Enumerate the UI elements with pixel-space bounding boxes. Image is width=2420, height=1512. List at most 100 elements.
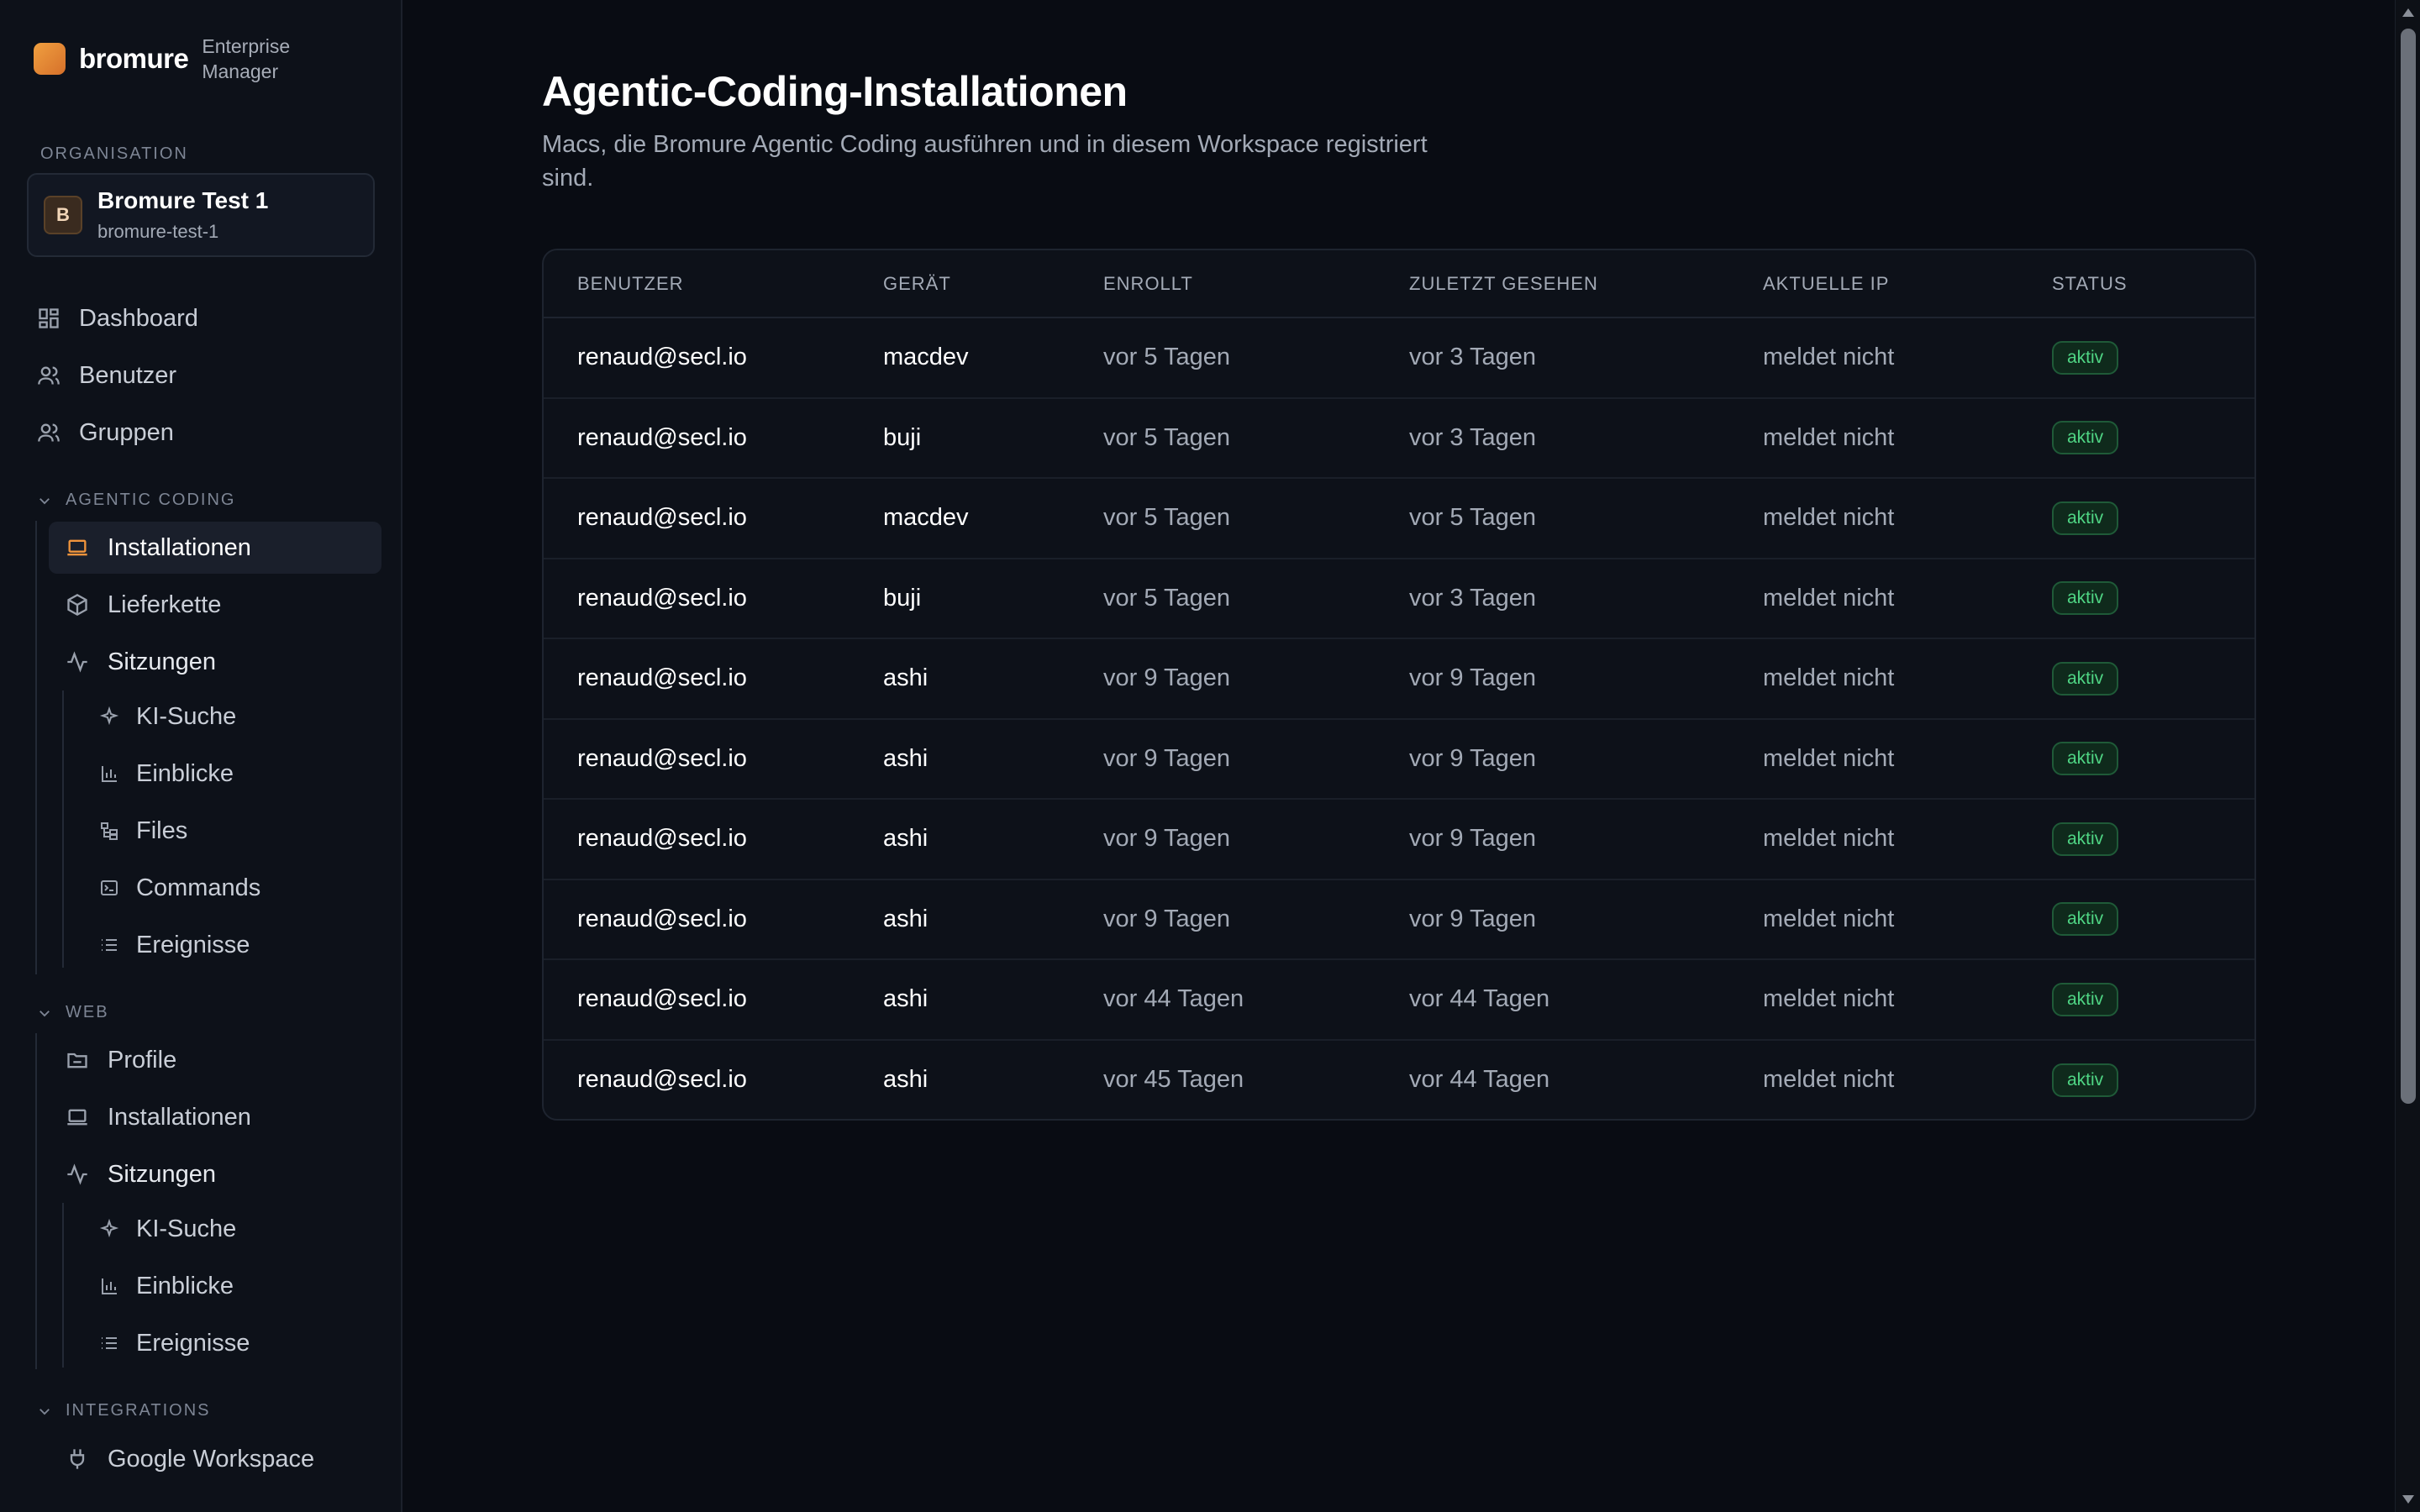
cell-ip: meldet nicht [1763, 718, 2052, 800]
cell-enrolled: vor 5 Tagen [1103, 318, 1409, 399]
scrollbar-thumb[interactable] [2401, 29, 2416, 1104]
nav-web-sessions-label: Sitzungen [108, 1160, 216, 1188]
nav-google-workspace[interactable]: Google Workspace [66, 1433, 314, 1485]
table-row[interactable]: renaud@secl.io ashi vor 9 Tagen vor 9 Ta… [544, 718, 2254, 800]
column-header-current-ip[interactable]: AKTUELLE IP [1763, 250, 2052, 318]
group-web[interactable]: WEB [37, 1003, 109, 1022]
nav-web-ai-search-label: KI-Suche [136, 1215, 237, 1242]
group-agentic-coding[interactable]: AGENTIC CODING [37, 491, 235, 510]
sparkles-icon [99, 706, 119, 726]
cell-ip: meldet nicht [1763, 638, 2052, 720]
cell-ip: meldet nicht [1763, 799, 2052, 880]
groups-icon [38, 423, 60, 442]
status-badge: aktiv [2052, 421, 2119, 455]
nav-dashboard[interactable]: Dashboard [37, 292, 198, 344]
cell-status: aktiv [2052, 558, 2254, 639]
cell-user: renaud@secl.io [577, 1066, 747, 1094]
cell-user: renaud@secl.io [544, 478, 883, 559]
nav-agentic-commands-label: Commands [136, 874, 261, 901]
cell-enrolled: vor 5 Tagen [1103, 397, 1409, 479]
nav-web-installations[interactable]: Installationen [66, 1091, 251, 1143]
cell-ip: meldet nicht [1763, 959, 2052, 1041]
table-row[interactable]: renaud@secl.io buji vor 5 Tagen vor 3 Ta… [544, 558, 2254, 639]
status-badge: aktiv [2052, 581, 2119, 616]
nav-agentic-ai-search[interactable]: KI-Suche [99, 690, 236, 743]
nav-agentic-sessions[interactable]: Sitzungen [66, 636, 216, 688]
column-header-device[interactable]: GERÄT [883, 250, 1103, 318]
nav-web-ai-search[interactable]: KI-Suche [99, 1203, 236, 1255]
table-row[interactable]: renaud@secl.io ashi vor 45 Tagen vor 44 … [544, 1040, 2254, 1120]
table-row[interactable]: renaud@secl.io ashi vor 9 Tagen vor 9 Ta… [544, 638, 2254, 720]
bromure-logo-icon [34, 43, 66, 75]
cell-user: renaud@secl.io [544, 318, 883, 399]
nav-web-insights[interactable]: Einblicke [99, 1260, 234, 1312]
group-agentic-coding-label: AGENTIC CODING [66, 491, 236, 509]
nav-web-events[interactable]: Ereignisse [99, 1317, 250, 1369]
column-header-enrolled[interactable]: ENROLLT [1103, 250, 1409, 318]
nav-agentic-commands[interactable]: Commands [99, 862, 260, 914]
nav-web-insights-label: Einblicke [136, 1272, 234, 1299]
activity-icon [67, 651, 87, 673]
column-header-last-seen[interactable]: ZULETZT GESEHEN [1409, 250, 1763, 318]
scroll-up-arrow-icon[interactable] [2402, 8, 2414, 17]
sidebar: bromure Enterprise Manager ORGANISATION … [0, 0, 402, 1512]
nav-web-profiles[interactable]: Profile [66, 1034, 176, 1086]
activity-icon [67, 1163, 87, 1185]
page-scrollbar[interactable] [2395, 0, 2420, 1512]
cell-ip: meldet nicht [1763, 318, 2052, 399]
nav-users[interactable]: Benutzer [37, 349, 176, 402]
table-row[interactable]: renaud@secl.io ashi vor 9 Tagen vor 9 Ta… [544, 799, 2254, 880]
org-name: Bromure Test 1 [97, 187, 269, 213]
cell-device: ashi [883, 718, 1103, 800]
cell-enrolled: vor 9 Tagen [1103, 799, 1409, 880]
brand[interactable]: bromure Enterprise Manager [34, 34, 311, 84]
table-row[interactable]: renaud@secl.io buji vor 5 Tagen vor 3 Ta… [544, 397, 2254, 479]
cell-enrolled: vor 5 Tagen [1103, 558, 1409, 639]
laptop-icon [67, 539, 87, 556]
nav-agentic-ai-search-label: KI-Suche [136, 702, 237, 730]
cell-enrolled: vor 9 Tagen [1103, 718, 1409, 800]
cell-status: aktiv [2052, 879, 2254, 960]
package-icon [67, 593, 87, 617]
table-row[interactable]: renaud@secl.io macdev vor 5 Tagen vor 3 … [544, 318, 2254, 399]
page-title: Agentic-Coding-Installationen [542, 68, 1128, 115]
cell-last-seen: vor 9 Tagen [1409, 879, 1763, 960]
cell-device: ashi [883, 638, 1103, 720]
cell-status: aktiv [2052, 318, 2254, 399]
cell-last-seen: vor 9 Tagen [1409, 638, 1763, 720]
cell-device: buji [883, 397, 1103, 479]
group-integrations-label: INTEGRATIONS [66, 1401, 211, 1420]
cell-enrolled: vor 45 Tagen [1103, 1066, 1244, 1094]
org-slug: bromure-test-1 [97, 221, 219, 242]
tree-subline [62, 690, 64, 968]
nav-groups[interactable]: Gruppen [37, 407, 174, 459]
cell-user: renaud@secl.io [544, 638, 883, 720]
plug-icon [70, 1449, 85, 1469]
nav-web-sessions[interactable]: Sitzungen [66, 1148, 216, 1200]
nav-agentic-insights[interactable]: Einblicke [99, 748, 234, 800]
nav-agentic-events[interactable]: Ereignisse [99, 919, 250, 971]
cell-enrolled: vor 9 Tagen [1103, 879, 1409, 960]
nav-supply-chain[interactable]: Lieferkette [66, 579, 221, 631]
column-header-status[interactable]: STATUS [2052, 250, 2254, 318]
table-row[interactable]: renaud@secl.io macdev vor 5 Tagen vor 5 … [544, 478, 2254, 559]
column-header-user[interactable]: BENUTZER [544, 250, 883, 318]
cell-last-seen: vor 44 Tagen [1409, 959, 1763, 1041]
cell-device: buji [883, 558, 1103, 639]
cell-user: renaud@secl.io [544, 959, 883, 1041]
cell-device: ashi [883, 799, 1103, 880]
nav-web-profiles-label: Profile [108, 1046, 177, 1074]
nav-agentic-installations[interactable]: Installationen [49, 522, 381, 574]
group-integrations[interactable]: INTEGRATIONS [37, 1401, 211, 1420]
scroll-down-arrow-icon[interactable] [2402, 1495, 2414, 1504]
installations-table-card: BENUTZER GERÄT ENROLLT ZULETZT GESEHEN A… [542, 249, 2256, 1121]
bar-chart-icon [102, 1278, 117, 1294]
nav-agentic-insights-label: Einblicke [136, 759, 234, 787]
status-badge: aktiv [2052, 902, 2119, 937]
table-row[interactable]: renaud@secl.io ashi vor 9 Tagen vor 9 Ta… [544, 879, 2254, 960]
table-row[interactable]: renaud@secl.io ashi vor 44 Tagen vor 44 … [544, 959, 2254, 1041]
nav-agentic-files[interactable]: Files [99, 805, 187, 857]
organization-switcher[interactable]: B Bromure Test 1 bromure-test-1 [27, 173, 375, 257]
tree-subline-web [62, 1203, 64, 1368]
cell-user: renaud@secl.io [544, 397, 883, 479]
